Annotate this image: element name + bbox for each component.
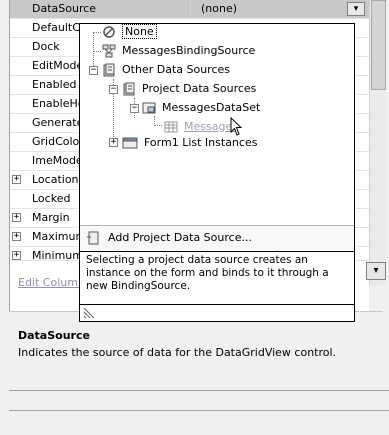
tree-item-messages-binding-source[interactable]: MessagesBindingSource — [102, 43, 272, 59]
row-gutter — [10, 76, 32, 94]
tree-item-label: Form1 List Instances — [144, 136, 258, 149]
add-data-source-icon — [86, 231, 100, 248]
datasource-tree: None MessagesBindingSource − Other Data … — [80, 24, 354, 224]
property-name: GenerateMember — [32, 116, 80, 129]
tree-item-messages-table[interactable]: Messages — [164, 119, 264, 135]
property-name: Locked — [32, 192, 71, 205]
dropdown-button[interactable]: ▾ — [347, 2, 365, 16]
row-gutter — [10, 190, 32, 208]
dataset-icon — [142, 101, 156, 115]
tree-item-label: Project Data Sources — [142, 82, 257, 95]
form-icon — [122, 136, 138, 150]
tree-item-label: None — [122, 24, 157, 39]
tree-item-label: MessagesDataSet — [162, 101, 261, 114]
properties-window: DataSource (none) ▾ DefaultCellStyle Doc… — [0, 0, 389, 435]
tree-line — [93, 32, 101, 33]
grid-scrollbar[interactable] — [369, 0, 386, 285]
expand-icon[interactable]: + — [12, 251, 21, 260]
data-sources-icon — [102, 63, 116, 77]
row-gutter — [10, 19, 32, 37]
property-name: Location — [32, 173, 79, 186]
collapse-icon[interactable]: − — [89, 66, 98, 75]
row-gutter — [10, 114, 32, 132]
row-gutter — [10, 57, 32, 75]
scroll-down-arrow-icon[interactable]: ▾ — [366, 262, 386, 280]
property-name: Dock — [32, 40, 60, 53]
expand-icon[interactable]: + — [12, 175, 21, 184]
row-gutter — [10, 38, 32, 56]
tree-item-label: Other Data Sources — [122, 63, 231, 76]
binding-source-icon — [102, 44, 116, 58]
property-name: ImeMode — [32, 154, 80, 167]
add-project-data-source-button[interactable]: Add Project Data Source... — [80, 226, 354, 250]
property-value: (none) — [201, 2, 238, 15]
add-data-source-label: Add Project Data Source... — [108, 231, 252, 244]
datasource-dropdown-popup: None MessagesBindingSource − Other Data … — [79, 23, 355, 322]
none-icon — [102, 25, 116, 39]
popup-description: Selecting a project data source creates … — [86, 254, 329, 292]
row-gutter — [10, 0, 32, 18]
property-value-cell[interactable]: (none) — [190, 0, 348, 18]
expand-icon[interactable]: + — [12, 232, 21, 241]
property-name: MinimumSize — [32, 249, 80, 261]
property-name: Margin — [32, 211, 70, 224]
tree-item-other-data-sources[interactable]: Other Data Sources — [102, 62, 272, 78]
divider — [80, 304, 354, 305]
tree-line — [154, 125, 162, 126]
tree-line — [93, 51, 101, 52]
property-name: EnableHeadersVisualStyles — [32, 97, 80, 110]
divider — [80, 251, 354, 252]
tree-item-none[interactable]: None — [102, 24, 162, 40]
collapse-icon[interactable]: − — [109, 85, 118, 94]
property-name: MaximumSize — [32, 230, 80, 243]
tree-item-label: MessagesBindingSource — [122, 44, 256, 57]
divider — [9, 410, 389, 411]
tree-item-form-list-instances[interactable]: Form1 List Instances — [122, 135, 292, 151]
expand-icon[interactable]: + — [109, 138, 118, 147]
row-gutter — [10, 95, 32, 113]
property-name: EditMode — [32, 59, 80, 72]
row-gutter — [10, 133, 32, 151]
project-sources-icon — [122, 82, 136, 96]
mouse-cursor-icon — [230, 117, 243, 136]
row-gutter — [10, 152, 32, 170]
property-name: Enabled — [32, 78, 77, 91]
tree-item-project-data-sources[interactable]: Project Data Sources — [122, 81, 292, 97]
scrollbar-thumb[interactable] — [371, 0, 386, 90]
tree-item-messages-dataset[interactable]: MessagesDataSet — [142, 100, 312, 116]
property-name: DataSource — [32, 2, 97, 15]
description-title: DataSource — [18, 329, 90, 342]
property-name: GridColor — [32, 135, 80, 148]
collapse-icon[interactable]: − — [130, 104, 139, 113]
description-text: Indicates the source of data for the Dat… — [18, 346, 337, 359]
expand-icon[interactable]: + — [12, 213, 21, 222]
resize-grip-icon[interactable] — [82, 307, 96, 319]
property-name: DefaultCellStyle — [32, 21, 80, 34]
divider — [9, 390, 389, 391]
table-icon — [164, 120, 178, 134]
property-row-datasource[interactable]: DataSource (none) ▾ — [10, 0, 370, 19]
